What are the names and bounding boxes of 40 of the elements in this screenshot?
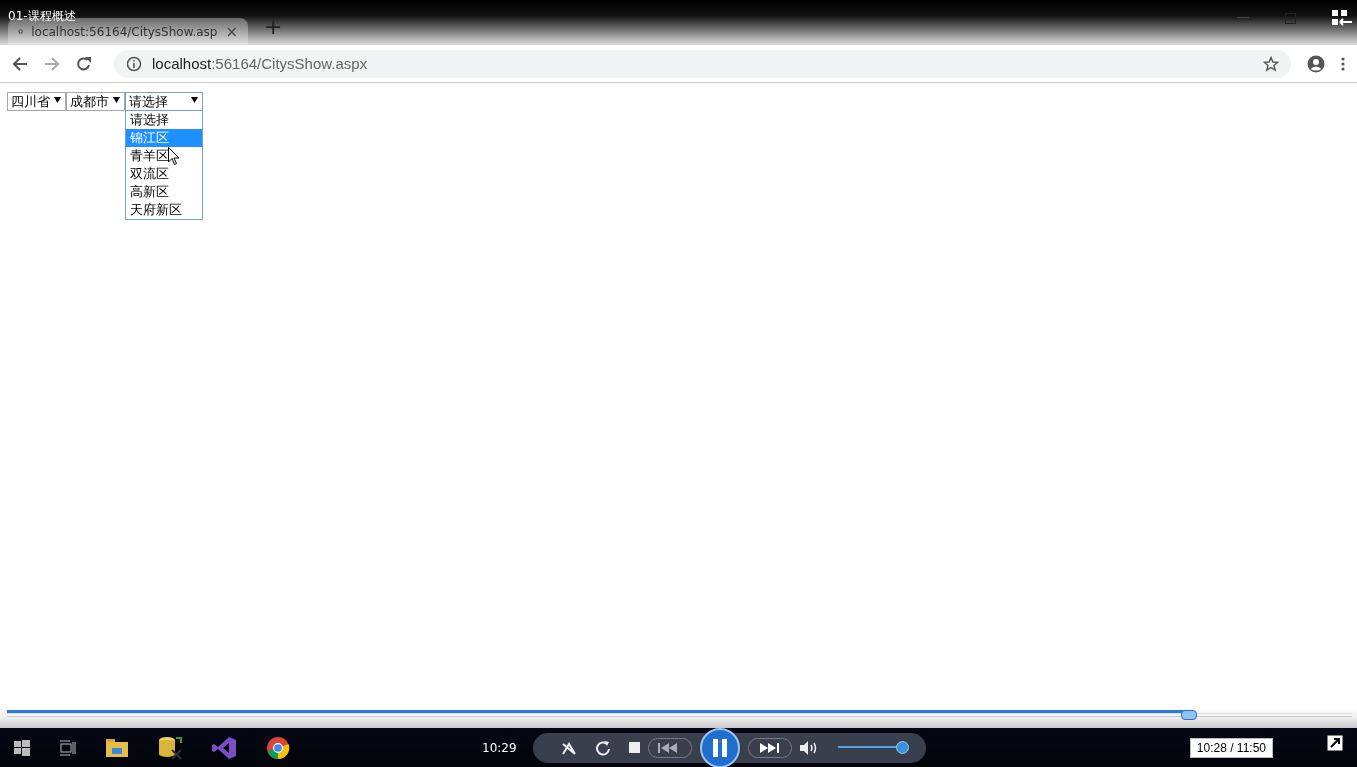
dropdown-option[interactable]: 青羊区	[126, 147, 202, 165]
pause-button[interactable]	[699, 727, 740, 767]
caret-icon	[113, 97, 120, 103]
task-view-icon[interactable]	[60, 739, 76, 756]
info-icon	[126, 55, 142, 72]
playback-time: 10:28 / 11:50	[1189, 737, 1273, 758]
chrome-icon[interactable]	[266, 735, 290, 760]
dropdown-select[interactable]: 四川省	[7, 92, 66, 111]
volume-icon[interactable]	[799, 740, 818, 755]
database-tool-icon[interactable]	[158, 735, 182, 760]
menu-icon[interactable]	[1341, 56, 1345, 71]
clock-time: 10:29	[482, 740, 517, 755]
stop-icon[interactable]	[628, 742, 640, 753]
repeat-icon[interactable]	[594, 739, 611, 756]
caret-icon	[191, 97, 198, 103]
windows-start-icon[interactable]	[14, 739, 30, 756]
address-bar[interactable]: localhost:56164/CitysShow.aspx	[114, 49, 1291, 78]
dropdown-select[interactable]: 成都市	[66, 92, 125, 111]
previous-icon[interactable]	[647, 737, 692, 758]
seek-handle[interactable]	[1180, 710, 1197, 720]
tab-title: localhost:56164/CitysShow.asp	[31, 24, 218, 39]
bookmark-star-icon[interactable]	[1263, 55, 1279, 72]
expand-icon[interactable]	[1327, 734, 1343, 751]
seek-bar[interactable]	[7, 710, 1352, 720]
folder-icon[interactable]	[106, 738, 128, 757]
back-icon[interactable]	[12, 55, 28, 72]
dropdown-option[interactable]: 请选择	[126, 111, 202, 129]
volume-handle[interactable]	[896, 741, 910, 754]
compact-mode-icon[interactable]	[1332, 10, 1352, 26]
account-icon[interactable]	[1307, 54, 1325, 73]
reload-icon[interactable]	[76, 55, 92, 72]
mouse-cursor-icon	[168, 147, 180, 166]
dropdown-option[interactable]: 双流区	[126, 165, 202, 183]
caret-icon	[54, 97, 61, 103]
url-text: localhost:56164/CitysShow.aspx	[152, 55, 368, 72]
dropdown-option[interactable]: 高新区	[126, 183, 202, 201]
next-icon[interactable]	[747, 737, 792, 758]
visual-studio-icon[interactable]	[212, 735, 236, 760]
dropdown-option[interactable]: 天府新区	[126, 201, 202, 219]
tab-close-button[interactable]: ×	[225, 22, 238, 41]
